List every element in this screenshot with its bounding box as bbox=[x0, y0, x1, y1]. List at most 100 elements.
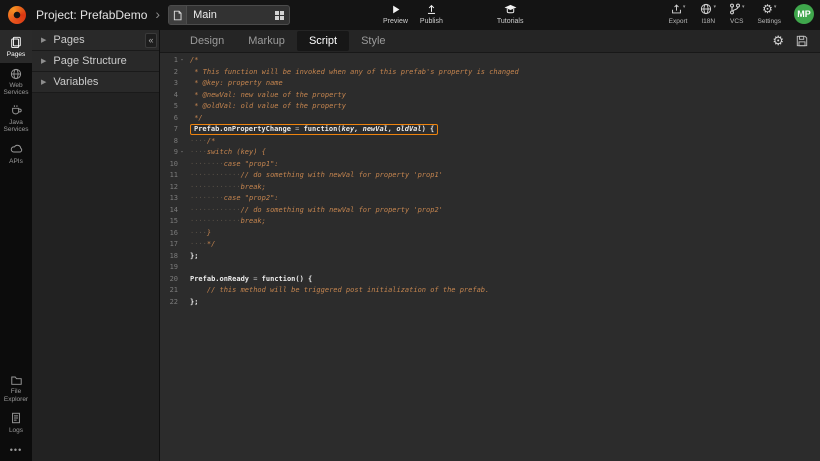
code-line[interactable]: 19 bbox=[160, 262, 820, 274]
code-line[interactable]: 18}; bbox=[160, 251, 820, 263]
gear-icon: ⚙ bbox=[762, 3, 773, 15]
line-number: 5 bbox=[160, 101, 178, 113]
export-label: Export bbox=[669, 18, 688, 25]
panel-section-pages[interactable]: ▶ Pages bbox=[32, 30, 159, 51]
code-content: * This function will be invoked when any… bbox=[190, 67, 519, 79]
code-line[interactable]: 8 ····/* bbox=[160, 136, 820, 148]
rail-item-apis[interactable]: APIs bbox=[0, 137, 32, 170]
line-number: 18 bbox=[160, 251, 178, 263]
tutorials-label: Tutorials bbox=[497, 18, 524, 25]
code-line[interactable]: 3 * @key: property name bbox=[160, 78, 820, 90]
wavemaker-logo-icon[interactable] bbox=[8, 6, 26, 24]
code-line[interactable]: 17 ····*/ bbox=[160, 239, 820, 251]
code-content: ····*/ bbox=[190, 239, 215, 251]
panel-section-label: Pages bbox=[53, 34, 84, 46]
gutter: 21 bbox=[160, 285, 186, 297]
rail-item-file-explorer[interactable]: File Explorer bbox=[0, 369, 32, 406]
code-content: }; bbox=[190, 297, 198, 309]
code-line[interactable]: 10 ········case "prop1": bbox=[160, 159, 820, 171]
page-selector[interactable]: Main bbox=[168, 5, 290, 25]
gutter: 17 bbox=[160, 239, 186, 251]
code-content: ········case "prop1": bbox=[190, 159, 279, 171]
expand-arrow-icon: ▶ bbox=[41, 36, 46, 44]
code-line[interactable]: 11············// do something with newVa… bbox=[160, 170, 820, 182]
gutter: 8 bbox=[160, 136, 186, 148]
gutter: 7 bbox=[160, 124, 186, 136]
code-line[interactable]: 21 // this method will be triggered post… bbox=[160, 285, 820, 297]
i18n-button[interactable]: ▾ I18N bbox=[700, 3, 716, 25]
fold-marker-icon[interactable]: - bbox=[178, 55, 186, 67]
topbar-right-actions: ▾ Export ▾ I18N ▾ bbox=[669, 3, 814, 25]
publish-button[interactable]: Publish bbox=[420, 3, 443, 25]
editor-settings-button[interactable]: ⚙ bbox=[772, 35, 784, 47]
fold-marker-icon[interactable]: - bbox=[178, 147, 186, 159]
caret-down-icon: ▾ bbox=[683, 4, 686, 10]
code-line[interactable]: 4 * @newVal: new value of the property bbox=[160, 90, 820, 102]
tab-style[interactable]: Style bbox=[349, 31, 397, 51]
gear-icon: ⚙ bbox=[772, 35, 784, 47]
gutter: 6 bbox=[160, 113, 186, 125]
rail-item-java-services[interactable]: Java Services bbox=[0, 100, 32, 137]
preview-button[interactable]: Preview bbox=[383, 3, 408, 25]
tab-script[interactable]: Script bbox=[297, 31, 349, 51]
preview-label: Preview bbox=[383, 18, 408, 25]
line-number: 13 bbox=[160, 193, 178, 205]
explorer-panel: ▶ Pages ▶ Page Structure ▶ Variables « bbox=[32, 30, 160, 461]
code-line[interactable]: 7 Prefab.onPropertyChange = function(key,… bbox=[160, 124, 820, 136]
caret-down-icon: ▾ bbox=[713, 4, 716, 10]
panel-section-page-structure[interactable]: ▶ Page Structure bbox=[32, 51, 159, 72]
rail-item-web-services[interactable]: Web Services bbox=[0, 63, 32, 100]
rail-item-pages[interactable]: Pages bbox=[0, 30, 32, 63]
line-number: 2 bbox=[160, 67, 178, 79]
collapse-panel-button[interactable]: « bbox=[145, 33, 157, 48]
code-editor[interactable]: 1-/*2 * This function will be invoked wh… bbox=[160, 53, 820, 461]
code-line[interactable]: 20Prefab.onReady = function() { bbox=[160, 274, 820, 286]
fold-marker-icon bbox=[178, 67, 186, 79]
user-avatar[interactable]: MP bbox=[794, 4, 814, 24]
code-line[interactable]: 6 */ bbox=[160, 113, 820, 125]
line-number: 1 bbox=[160, 55, 178, 67]
code-line[interactable]: 2 * This function will be invoked when a… bbox=[160, 67, 820, 79]
code-line[interactable]: 16····} bbox=[160, 228, 820, 240]
code-line[interactable]: 15············break; bbox=[160, 216, 820, 228]
code-content: /* bbox=[190, 55, 198, 67]
play-icon bbox=[390, 3, 401, 16]
vcs-button[interactable]: ▾ VCS bbox=[729, 3, 745, 25]
tabbar-right-tools: ⚙ bbox=[760, 35, 808, 47]
code-line[interactable]: 12············break; bbox=[160, 182, 820, 194]
code-line[interactable]: 22}; bbox=[160, 297, 820, 309]
code-content: ····/* bbox=[190, 136, 215, 148]
fold-marker-icon bbox=[178, 136, 186, 148]
fold-marker-icon bbox=[178, 205, 186, 217]
code-line[interactable]: 13 ········case "prop2": bbox=[160, 193, 820, 205]
fold-marker-icon bbox=[178, 113, 186, 125]
gutter: 11 bbox=[160, 170, 186, 182]
fold-marker-icon bbox=[178, 216, 186, 228]
fold-marker-icon bbox=[178, 90, 186, 102]
tab-design[interactable]: Design bbox=[178, 31, 236, 51]
folder-icon bbox=[10, 373, 23, 386]
highlighted-code-content: Prefab.onPropertyChange = function(key, … bbox=[190, 124, 438, 135]
code-content: */ bbox=[190, 113, 203, 125]
tutorials-button[interactable]: Tutorials bbox=[497, 3, 524, 25]
rail-item-label: Web Services bbox=[1, 82, 31, 97]
code-content: ········case "prop2": bbox=[190, 193, 279, 205]
code-content: ············// do something with newVal … bbox=[190, 205, 443, 217]
main-area: Design Markup Script Style ⚙ 1-/*2 * Thi… bbox=[160, 30, 820, 461]
grid-icon[interactable] bbox=[275, 11, 284, 20]
export-button[interactable]: ▾ Export bbox=[669, 3, 688, 25]
code-line[interactable]: 14············// do something with newVa… bbox=[160, 205, 820, 217]
more-options-button[interactable]: ••• bbox=[0, 439, 32, 461]
line-number: 10 bbox=[160, 159, 178, 171]
panel-section-variables[interactable]: ▶ Variables bbox=[32, 72, 159, 93]
tab-markup[interactable]: Markup bbox=[236, 31, 297, 51]
page-icon bbox=[169, 6, 187, 24]
rail-item-logs[interactable]: Logs bbox=[0, 406, 32, 439]
code-line[interactable]: 9-····switch (key) { bbox=[160, 147, 820, 159]
fold-marker-icon bbox=[178, 262, 186, 274]
settings-button[interactable]: ⚙▾ Settings bbox=[758, 3, 782, 25]
save-button[interactable] bbox=[796, 35, 808, 47]
code-line[interactable]: 1-/* bbox=[160, 55, 820, 67]
line-number: 20 bbox=[160, 274, 178, 286]
code-line[interactable]: 5 * @oldVal: old value of the property bbox=[160, 101, 820, 113]
